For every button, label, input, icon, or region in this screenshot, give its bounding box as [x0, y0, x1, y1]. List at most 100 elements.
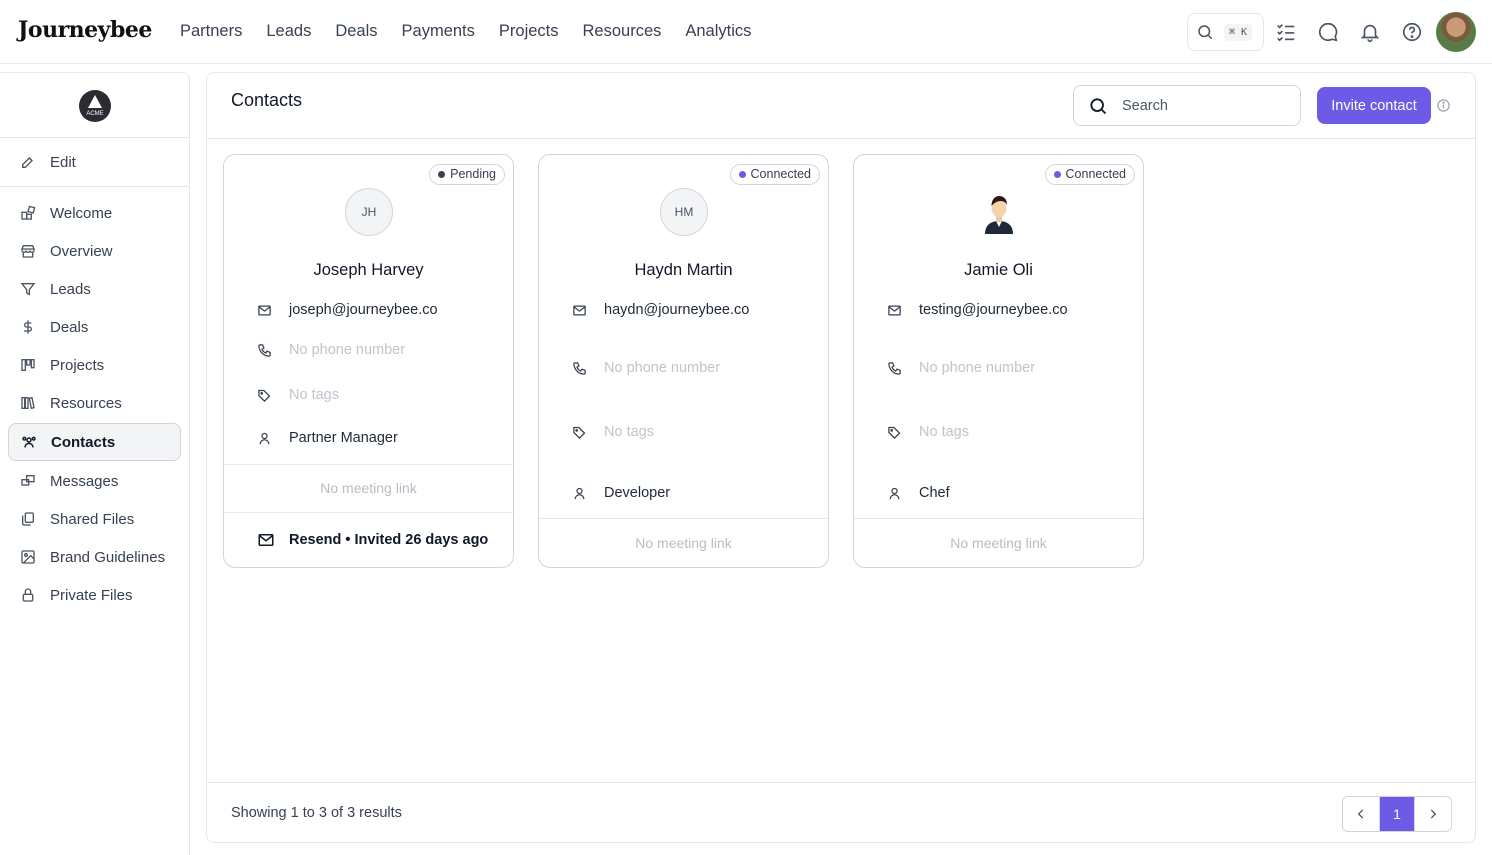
contact-avatar [985, 196, 1013, 234]
meeting-link: No meeting link [320, 480, 417, 496]
sidebar-item-contacts[interactable]: Contacts [8, 423, 181, 461]
checklist-icon[interactable] [1274, 20, 1298, 44]
mail-icon [573, 305, 586, 315]
phone-icon [888, 361, 901, 375]
nav-deals[interactable]: Deals [335, 22, 377, 41]
welcome-icon [21, 205, 36, 220]
phone-row: No phone number [572, 360, 720, 376]
messages-icon [21, 475, 35, 486]
dollar-icon [24, 320, 32, 334]
prev-page-button[interactable] [1343, 797, 1379, 831]
user-icon [259, 432, 270, 444]
meeting-link: No meeting link [950, 535, 1047, 551]
contact-card[interactable]: Connected HM Haydn Martin haydn@journeyb… [538, 154, 829, 568]
chevron-left-icon [1357, 809, 1364, 819]
info-icon[interactable] [1436, 98, 1451, 113]
sidebar-item-private-files[interactable]: Private Files [8, 576, 181, 614]
pagination: 1 [1342, 796, 1452, 832]
sidebar-item-label: Private Files [50, 586, 133, 604]
contact-card[interactable]: Pending JH Joseph Harvey joseph@journeyb… [223, 154, 514, 568]
contact-email[interactable]: testing@journeybee.co [919, 302, 1068, 318]
sidebar-item-resources[interactable]: Resources [8, 384, 181, 422]
page-button-current[interactable]: 1 [1379, 797, 1415, 831]
org-logo: ACME [79, 90, 111, 122]
contacts-panel: Contacts Invite contact Pending JH Josep… [206, 72, 1476, 843]
phone-row: No phone number [887, 360, 1035, 376]
sidebar-item-label: Resources [50, 394, 122, 412]
sidebar-item-welcome[interactable]: Welcome [8, 194, 181, 232]
contact-name: Jamie Oli [964, 261, 1033, 279]
invite-contact-button[interactable]: Invite contact [1317, 87, 1431, 124]
sidebar-item-brand-guidelines[interactable]: Brand Guidelines [8, 538, 181, 576]
contact-email[interactable]: joseph@journeybee.co [289, 302, 438, 318]
mail-icon [888, 305, 901, 315]
global-search-button[interactable]: ⌘ K [1187, 13, 1264, 51]
contact-email[interactable]: haydn@journeybee.co [604, 302, 749, 318]
contact-role: Chef [919, 485, 950, 501]
sidebar-item-messages[interactable]: Messages [8, 462, 181, 500]
chevron-right-icon [1430, 809, 1437, 819]
sidebar-item-shared-files[interactable]: Shared Files [8, 500, 181, 538]
role-row: Chef [887, 485, 950, 501]
user-icon [889, 487, 900, 499]
store-icon [21, 245, 35, 258]
tags-row: No tags [257, 387, 339, 403]
sidebar-item-leads[interactable]: Leads [8, 270, 181, 308]
sidebar-item-label: Welcome [50, 204, 113, 222]
nav-resources[interactable]: Resources [583, 22, 662, 41]
contact-avatar: JH [345, 188, 393, 236]
help-icon[interactable] [1400, 20, 1424, 44]
contact-tags: No tags [289, 387, 339, 403]
sidebar-item-label: Messages [50, 472, 119, 490]
next-page-button[interactable] [1415, 797, 1451, 831]
sidebar-item-projects[interactable]: Projects [8, 346, 181, 384]
mail-icon [258, 305, 271, 315]
user-avatar[interactable] [1436, 12, 1476, 52]
nav-analytics[interactable]: Analytics [685, 22, 751, 41]
nav-partners[interactable]: Partners [180, 22, 242, 41]
contacts-search[interactable] [1073, 85, 1301, 126]
library-icon [21, 396, 35, 410]
main-nav: Partners Leads Deals Payments Projects R… [180, 22, 775, 41]
role-row: Partner Manager [257, 430, 398, 446]
status-badge: Connected [729, 164, 820, 185]
kanban-icon [21, 359, 35, 371]
filter-icon [20, 283, 36, 296]
status-badge: Pending [429, 164, 505, 185]
nav-projects[interactable]: Projects [499, 22, 559, 41]
top-bar: Journeybee Partners Leads Deals Payments… [0, 0, 1492, 64]
contact-name: Joseph Harvey [313, 261, 424, 279]
role-row: Developer [572, 485, 670, 501]
sidebar-item-overview[interactable]: Overview [8, 232, 181, 270]
tags-row: No tags [572, 424, 654, 440]
resend-invite-button[interactable]: Resend • Invited 26 days ago [257, 531, 488, 549]
sidebar-item-label: Brand Guidelines [50, 548, 166, 566]
user-icon [574, 487, 585, 499]
tags-icon [258, 389, 271, 402]
resend-label: Resend • Invited 26 days ago [289, 532, 489, 548]
chat-icon[interactable] [1316, 20, 1340, 44]
contact-card[interactable]: Connected Jamie Oli testing@journeybee.c… [853, 154, 1144, 568]
nav-leads[interactable]: Leads [266, 22, 311, 41]
mail-icon [258, 534, 274, 546]
contact-phone: No phone number [919, 360, 1036, 376]
results-summary: Showing 1 to 3 of 3 results [231, 805, 402, 821]
search-input[interactable] [1122, 97, 1272, 114]
sidebar-item-label: Deals [50, 318, 89, 336]
sidebar-item-label: Shared Files [50, 510, 135, 528]
contact-role: Partner Manager [289, 430, 398, 446]
nav-payments[interactable]: Payments [402, 22, 475, 41]
email-row: testing@journeybee.co [887, 302, 1068, 318]
email-row: haydn@journeybee.co [572, 302, 749, 318]
sidebar-item-deals[interactable]: Deals [8, 308, 181, 346]
lock-icon [22, 588, 34, 602]
org-logo-text: ACME [86, 111, 104, 117]
pagination-footer: Showing 1 to 3 of 3 results 1 [207, 782, 1475, 842]
contact-phone: No phone number [289, 342, 406, 358]
bell-icon[interactable] [1358, 20, 1382, 44]
contact-name: Haydn Martin [634, 261, 733, 279]
edit-icon [22, 157, 33, 168]
brand-logo[interactable]: Journeybee [18, 17, 152, 43]
status-badge: Connected [1044, 164, 1135, 185]
sidebar-item-edit[interactable]: Edit [8, 143, 181, 181]
